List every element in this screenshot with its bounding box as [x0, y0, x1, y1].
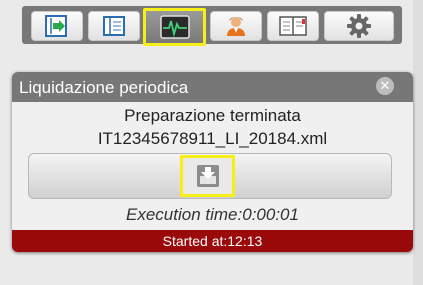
import-arrow-icon — [45, 15, 67, 37]
ledger-button[interactable] — [267, 11, 319, 41]
file-name: IT12345678911_LI_20184.xml — [97, 129, 328, 148]
panel-button[interactable] — [88, 11, 140, 41]
user-icon — [227, 17, 245, 36]
gear-icon — [347, 14, 371, 38]
execution-time: Execution time:0:00:01 — [126, 205, 299, 224]
dialog-title: Liquidazione periodica — [19, 78, 189, 97]
toolbar — [22, 6, 402, 46]
download-button[interactable] — [28, 153, 392, 199]
import-button[interactable] — [31, 11, 83, 41]
status-bar: Started at:12:13 — [12, 230, 413, 252]
download-icon — [196, 165, 219, 187]
scroll-gutter — [413, 0, 423, 285]
liquidazione-dialog: Liquidazione periodica ✕ Preparazione te… — [12, 72, 413, 252]
close-icon[interactable]: ✕ — [376, 77, 394, 95]
activity-monitor-button[interactable] — [143, 8, 206, 46]
panel-list-icon — [103, 16, 125, 36]
status-message: Preparazione terminata — [124, 106, 301, 125]
user-button[interactable] — [210, 11, 262, 41]
activity-monitor-icon — [159, 15, 190, 39]
download-icon-frame — [180, 155, 235, 197]
dialog-header: Liquidazione periodica ✕ — [12, 72, 413, 102]
ledger-icon — [279, 16, 307, 36]
settings-button[interactable] — [324, 11, 394, 41]
